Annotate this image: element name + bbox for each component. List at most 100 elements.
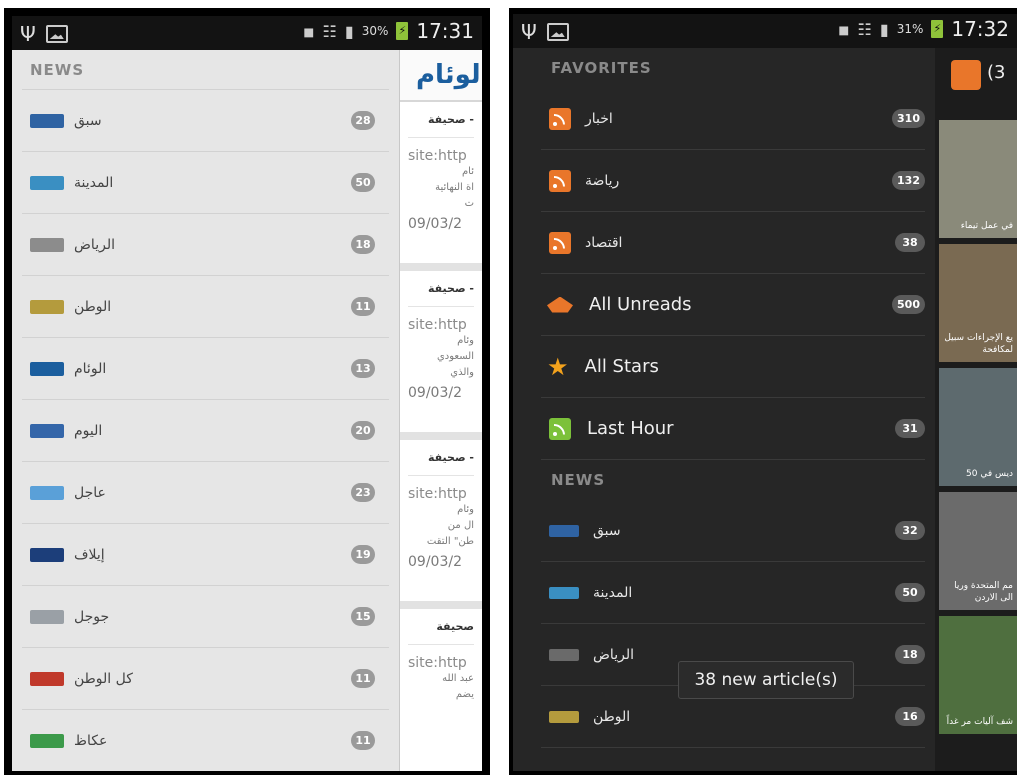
image-notification-icon [45,25,68,43]
article-thumbnail[interactable]: شف آليات مر غداً [939,616,1017,734]
feed-logo[interactable]: الوئام [416,60,482,90]
signal-icon: ▮ [879,19,889,39]
article-link[interactable]: site:http [408,148,474,164]
unread-count-badge: 132 [892,171,925,190]
article-list-panel: الوئام صحيفة -site:httpئاماة النهائيةت09… [400,50,482,771]
navigation-drawer: NEWS سبق 28 المدينة 50 الرياض 18 الوطن 11 الوئام… [12,50,400,771]
article-caption: في عمل تيماء [960,221,1013,231]
unread-count-badge: 19 [351,545,375,564]
article-card[interactable]: صحيفة - site:http ئام اة النهائية ت 09/03/2 [400,102,482,271]
drawer-feed-item[interactable]: كل الوطن 11 [22,648,389,710]
status-bar: Ψ ◾ ☷ ▮ 30% ⚡ 17:31 [12,16,482,50]
article-thumbnail[interactable]: في عمل تيماء [939,120,1017,238]
drawer-feed-item[interactable]: الوطن 11 [22,276,389,338]
feed-name: عكاظ [74,732,108,749]
article-link[interactable]: site:http [408,317,474,333]
article-source-title: صحيفة - [408,446,474,476]
battery-icon: ⚡ [396,22,409,40]
feed-name: سبق [593,522,621,539]
article-excerpt-line: طن" التقت [426,536,474,547]
clock: 17:32 [951,17,1009,41]
feed-logo-icon [30,237,64,252]
article-card[interactable]: صحيفة - site:http وئام ال من طن" التقت 09/03/… [400,440,482,609]
special-feed-item[interactable]: ★ All Stars [541,336,925,398]
drawer-feed-item[interactable]: عكاظ 11 [22,710,389,771]
article-source-title: صحيفة - [408,277,474,307]
feed-name: جوجل [74,608,110,625]
battery-icon: ⚡ [931,20,944,38]
unread-count-badge: 28 [351,111,375,130]
feed-logo-icon [30,175,64,190]
feed-name: الوئام [74,360,107,377]
feed-name: رياضة [585,172,620,189]
favorite-feed-item[interactable]: اقتصاد 38 [541,212,925,274]
news-feed-item[interactable]: المدينة 50 [541,562,925,624]
unread-count-badge: 310 [892,109,925,128]
article-excerpt-line: والذي [450,367,474,378]
article-thumbnail[interactable]: يع الإجراءات سبيل لمكافحة [939,244,1017,362]
feed-name: عاجل [74,484,106,501]
feed-list: سبق 28 المدينة 50 الرياض 18 الوطن 11 الوئام 13 الي… [12,90,399,771]
feed-name: اقتصاد [585,234,623,251]
section-header-news: NEWS [22,50,389,90]
unread-count-badge: 38 [895,233,925,252]
drawer-feed-item[interactable]: جوجل 15 [22,586,389,648]
usb-icon: Ψ [20,22,36,46]
rss-icon [549,169,571,192]
article-caption: ديس في 50 [966,469,1013,479]
feed-name: إيلاف [74,546,105,563]
unread-count-badge: 13 [351,359,375,378]
article-thumbnail[interactable]: مم المتحدة وريا الى الاردن [939,492,1017,610]
article-cards: صحيفة - site:http ئام اة النهائية ت 09/03/2 صح… [400,102,482,771]
rss-icon[interactable] [951,60,981,90]
article-link[interactable]: site:http [408,486,474,502]
feed-name: Last Hour [587,418,674,439]
drawer-feed-item[interactable]: عاجل 23 [22,462,389,524]
article-source-title: صحيفة - [408,108,474,138]
article-caption: شف آليات مر غداً [946,717,1013,727]
right-screen: Ψ ◾ ☷ ▮ 31% ⚡ 17:32 FAVORITES اخبار 310 ري… [513,14,1017,771]
battery-percent: 30% [361,24,389,38]
battery-percent: 31% [896,22,924,36]
special-feed-item[interactable]: All Unreads 500 [541,274,925,336]
unread-count-badge: 50 [895,583,925,602]
article-grid-panel: (3 في عمل تيماء يع الإجراءات سبيل لمكافحة… [935,48,1017,771]
unread-count-badge: 50 [351,173,375,192]
unread-count-badge: 18 [895,645,925,664]
article-thumbnail[interactable]: ديس في 50 [939,368,1017,486]
drawer-feed-item[interactable]: سبق 28 [22,90,389,152]
special-feed-item[interactable]: Last Hour 31 [541,398,925,460]
unread-count-badge: 20 [351,421,375,440]
star-icon: ★ [547,352,569,381]
feed-logo-icon [30,299,64,314]
favorite-feed-item[interactable]: اخبار 310 [541,88,925,150]
article-excerpt-line: وئام [457,504,474,515]
wifi-icon: ☷ [857,19,872,39]
article-card[interactable]: صحيفة - site:http وئام السعودي والذي 09/03/2 [400,271,482,440]
feed-name: اليوم [74,422,103,439]
feed-logo-icon [30,671,64,686]
rss-icon [549,107,571,130]
article-excerpt-line: وئام [457,335,474,346]
section-header-favorites: FAVORITES [551,59,652,77]
feed-logo-icon [30,733,64,748]
feed-name: الوطن [74,298,112,315]
drawer-feed-item[interactable]: اليوم 20 [22,400,389,462]
feed-logo-icon [30,361,64,376]
signal-icon: ▮ [344,21,354,41]
clock: 17:31 [416,19,474,43]
drawer-feed-item[interactable]: الوئام 13 [22,338,389,400]
unread-count-badge: 15 [351,607,375,626]
drawer-feed-item[interactable]: إيلاف 19 [22,524,389,586]
news-feed-item[interactable]: سبق 32 [541,500,925,562]
article-excerpt-line: السعودي [436,351,474,362]
feed-name: الرياض [74,236,115,253]
article-link[interactable]: site:http [408,655,474,671]
article-card[interactable]: صحيفة site:http عبد الله يضم [400,609,482,771]
article-date: 09/03/2 [408,385,462,401]
drawer-feed-item[interactable]: المدينة 50 [22,152,389,214]
drawer-feed-item[interactable]: الرياض 18 [22,214,389,276]
content-header: (3 [935,48,1017,100]
article-excerpt-line: ت [464,198,474,209]
favorite-feed-item[interactable]: رياضة 132 [541,150,925,212]
